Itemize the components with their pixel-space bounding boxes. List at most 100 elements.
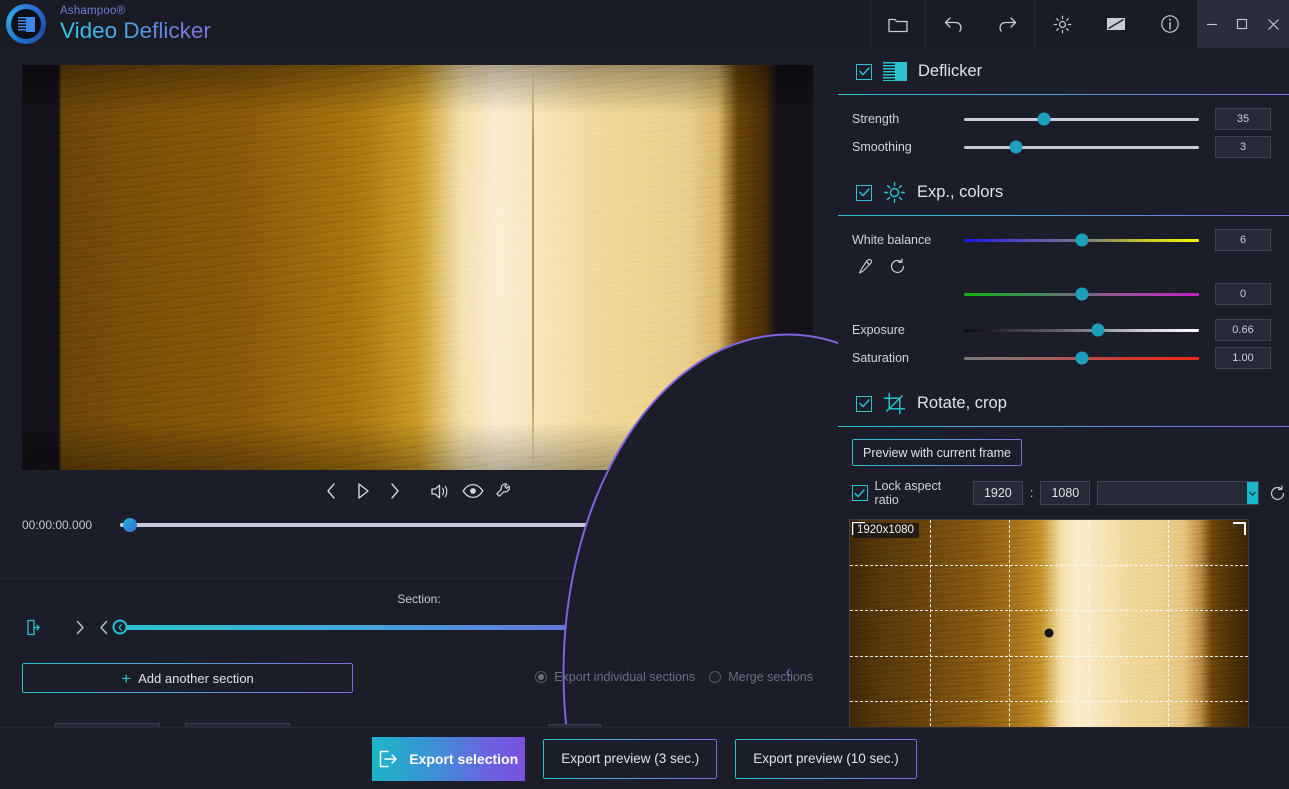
white-balance-thumb[interactable] [1075, 234, 1088, 247]
section-marker-icon [26, 619, 41, 636]
deflicker-header[interactable]: Deflicker [838, 48, 1289, 95]
deflicker-title: Deflicker [918, 62, 982, 81]
brand-vendor: Ashampoo® [60, 6, 211, 18]
aspect-ratio-row: Lock aspect ratio : [838, 466, 1289, 507]
radio-selected-icon [535, 671, 547, 683]
strength-value[interactable]: 35 [1215, 108, 1271, 130]
aspect-width-input[interactable] [973, 481, 1023, 505]
settings-button[interactable] [1035, 0, 1089, 48]
section-marker-button[interactable] [20, 614, 46, 640]
previous-frame-button[interactable] [315, 475, 347, 507]
section-range-slider[interactable] [120, 625, 788, 630]
export-preview-10sec-button[interactable]: Export preview (10 sec.) [735, 739, 917, 779]
previous-frame-icon [324, 482, 338, 500]
crop-icon [883, 392, 906, 415]
lock-aspect-ratio-label: Lock aspect ratio [875, 479, 966, 507]
aspect-height-input[interactable] [1040, 481, 1090, 505]
exposure-value[interactable]: 0.66 [1215, 319, 1271, 341]
brand: Ashampoo® Video Deflicker [60, 6, 211, 43]
radio-export-individual-label: Export individual sections [554, 670, 695, 684]
close-icon [1267, 18, 1280, 31]
strength-thumb[interactable] [1037, 113, 1050, 126]
aspect-preset-dropdown[interactable] [1097, 481, 1258, 505]
deflicker-icon [883, 62, 907, 81]
add-section-button[interactable]: + Add another section [22, 663, 353, 693]
maximize-button[interactable] [1227, 0, 1257, 48]
preview-toggle-button[interactable] [457, 475, 489, 507]
radio-merge-sections-label: Merge sections [728, 670, 813, 684]
smoothing-slider[interactable] [964, 146, 1199, 149]
rotate-crop-title: Rotate, crop [917, 394, 1007, 413]
eyedropper-button[interactable] [854, 255, 876, 277]
info-icon [1160, 14, 1180, 34]
deflicker-enable-checkbox[interactable] [856, 64, 872, 80]
crop-center-handle[interactable] [1045, 629, 1054, 638]
strength-slider[interactable] [964, 118, 1199, 121]
reset-icon [1269, 485, 1286, 502]
export-mode-radios: Export individual sections Merge section… [535, 670, 813, 684]
redo-icon [997, 15, 1018, 33]
app-window: Ashampoo® Video Deflicker [0, 0, 1289, 789]
export-selection-label: Export selection [409, 751, 518, 767]
white-balance-slider[interactable] [964, 239, 1199, 242]
deflicker-body: Strength 35 Smoothing 3 [838, 95, 1289, 169]
undo-icon [943, 15, 964, 33]
next-frame-button[interactable] [379, 475, 411, 507]
aspect-colon: : [1030, 486, 1033, 500]
folder-icon [888, 16, 908, 33]
saturation-thumb[interactable] [1075, 352, 1088, 365]
smoothing-label: Smoothing [852, 140, 964, 154]
exposure-thumb[interactable] [1091, 324, 1104, 337]
lock-aspect-ratio-checkbox[interactable] [852, 485, 868, 501]
rotate-crop-header[interactable]: Rotate, crop [838, 380, 1289, 427]
saturation-row: Saturation 1.00 [838, 344, 1289, 372]
saturation-slider[interactable] [964, 357, 1199, 360]
redo-button[interactable] [980, 0, 1034, 48]
open-file-button[interactable] [871, 0, 925, 48]
export-preview-3sec-button[interactable]: Export preview (3 sec.) [543, 739, 717, 779]
preview-with-current-frame-button[interactable]: Preview with current frame [852, 439, 1022, 466]
tint-thumb[interactable] [1075, 288, 1088, 301]
next-section-button[interactable] [68, 614, 92, 640]
minimize-button[interactable] [1197, 0, 1227, 48]
crop-handle-top-right[interactable] [1233, 522, 1246, 535]
saturation-label: Saturation [852, 351, 964, 365]
page-title: Video Deflicker [60, 20, 211, 43]
color-curve-button[interactable] [1089, 0, 1143, 48]
tint-slider[interactable] [964, 293, 1199, 296]
white-balance-reset-button[interactable] [886, 255, 908, 277]
rotate-crop-enable-checkbox[interactable] [856, 396, 872, 412]
tint-value[interactable]: 0 [1215, 283, 1271, 305]
next-frame-icon [388, 482, 402, 500]
add-section-row: + Add another section Export individual … [0, 652, 838, 704]
exposure-row: Exposure 0.66 [838, 316, 1289, 344]
undo-button[interactable] [926, 0, 980, 48]
crop-preview[interactable]: 1920x1080 [849, 519, 1249, 747]
play-button[interactable] [347, 475, 379, 507]
timeline-thumb[interactable] [123, 518, 137, 532]
info-button[interactable] [1143, 0, 1197, 48]
radio-merge-sections[interactable]: Merge sections [709, 670, 813, 684]
white-balance-value[interactable]: 6 [1215, 229, 1271, 251]
reset-icon [889, 258, 906, 275]
section-start-handle[interactable] [113, 620, 128, 635]
volume-button[interactable] [425, 475, 457, 507]
chevron-down-icon[interactable] [1247, 482, 1258, 504]
exposure-header[interactable]: Exp., colors [838, 169, 1289, 216]
radio-export-individual[interactable]: Export individual sections [535, 670, 695, 684]
tools-button[interactable] [489, 475, 521, 507]
exposure-enable-checkbox[interactable] [856, 185, 872, 201]
export-selection-button[interactable]: Export selection [372, 737, 525, 781]
maximize-icon [1236, 18, 1248, 30]
smoothing-slider-row: Smoothing 3 [838, 133, 1289, 161]
exposure-slider[interactable] [964, 329, 1199, 332]
white-balance-label: White balance [852, 233, 964, 247]
aspect-reset-button[interactable] [1266, 481, 1289, 505]
exposure-body: White balance 6 [838, 216, 1289, 380]
smoothing-value[interactable]: 3 [1215, 136, 1271, 158]
close-button[interactable] [1257, 0, 1289, 48]
saturation-value[interactable]: 1.00 [1215, 347, 1271, 369]
smoothing-thumb[interactable] [1009, 141, 1022, 154]
contrast-curve-icon [1106, 16, 1126, 32]
export-arrow-icon [379, 750, 399, 768]
